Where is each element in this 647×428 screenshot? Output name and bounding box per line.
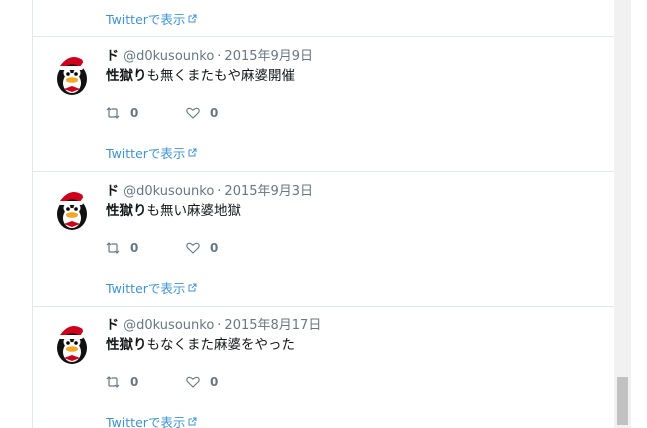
- external-link-icon: [188, 414, 197, 428]
- user-handle[interactable]: @d0kusounko: [123, 49, 214, 64]
- avatar[interactable]: [47, 318, 97, 368]
- external-link-icon: [188, 280, 197, 295]
- view-on-twitter-link[interactable]: Twitterで表示: [106, 278, 197, 297]
- previous-tweet-footer: Twitterで表示: [33, 0, 614, 37]
- like-count: 0: [210, 106, 219, 120]
- avatar[interactable]: [47, 49, 97, 99]
- heart-icon: [186, 107, 200, 119]
- tweet-text-bold: 性獄り: [106, 68, 147, 84]
- tweet-header: ド @d0kusounko · 2015年9月9日: [106, 48, 313, 65]
- like-count: 0: [210, 241, 219, 255]
- user-handle[interactable]: @d0kusounko: [123, 318, 214, 333]
- view-on-twitter-label: Twitterで表示: [106, 146, 186, 161]
- tweet-text-rest: も無くまたもや麻婆開催: [146, 68, 296, 84]
- retweet-icon: [106, 242, 120, 254]
- display-name[interactable]: ド: [106, 49, 119, 64]
- separator: ·: [217, 184, 222, 199]
- like-button[interactable]: 0: [186, 239, 218, 257]
- santa-penguin-avatar-icon: [57, 56, 90, 95]
- retweet-count: 0: [130, 106, 139, 120]
- page: Twitterで表示 ド @d0kusounko · 2015年9月9日 性獄り…: [0, 0, 647, 428]
- avatar[interactable]: [47, 184, 97, 234]
- tweet-text: 性獄りも無い麻婆地獄: [106, 202, 241, 220]
- scrollbar-thumb[interactable]: [617, 377, 628, 425]
- tweet-date[interactable]: 2015年8月17日: [224, 318, 321, 333]
- tweet-text-bold: 性獄り: [106, 203, 147, 219]
- display-name[interactable]: ド: [106, 184, 119, 199]
- vertical-scrollbar[interactable]: [614, 0, 631, 428]
- timeline: Twitterで表示 ド @d0kusounko · 2015年9月9日 性獄り…: [32, 0, 615, 428]
- tweet-text-rest: も無い麻婆地獄: [146, 203, 242, 219]
- santa-penguin-avatar-icon: [57, 325, 90, 364]
- view-on-twitter-label: Twitterで表示: [106, 12, 186, 27]
- santa-penguin-avatar-icon: [57, 191, 90, 230]
- heart-icon: [186, 376, 200, 388]
- separator: ·: [217, 318, 222, 333]
- retweet-button[interactable]: 0: [106, 104, 138, 122]
- retweet-count: 0: [130, 241, 139, 255]
- tweet-text: 性獄りも無くまたもや麻婆開催: [106, 67, 295, 85]
- tweet-text: 性獄りもなくまた麻婆をやった: [106, 336, 295, 354]
- tweet-text-rest: もなくまた麻婆をやった: [146, 337, 296, 353]
- retweet-button[interactable]: 0: [106, 239, 138, 257]
- external-link-icon: [188, 11, 197, 26]
- heart-icon: [186, 242, 200, 254]
- view-on-twitter-link[interactable]: Twitterで表示: [106, 412, 197, 428]
- view-on-twitter-link[interactable]: Twitterで表示: [106, 143, 197, 162]
- tweet: ド @d0kusounko · 2015年8月17日 性獄りもなくまた麻婆をやった …: [33, 306, 614, 428]
- like-button[interactable]: 0: [186, 373, 218, 391]
- tweet-header: ド @d0kusounko · 2015年9月3日: [106, 183, 313, 200]
- view-on-twitter-link[interactable]: Twitterで表示: [106, 9, 197, 28]
- tweet-header: ド @d0kusounko · 2015年8月17日: [106, 317, 321, 334]
- like-button[interactable]: 0: [186, 104, 218, 122]
- retweet-icon: [106, 376, 120, 388]
- view-on-twitter-label: Twitterで表示: [106, 415, 186, 428]
- tweet-date[interactable]: 2015年9月3日: [224, 184, 313, 199]
- display-name[interactable]: ド: [106, 318, 119, 333]
- external-link-icon: [188, 145, 197, 160]
- tweet-text-bold: 性獄り: [106, 337, 147, 353]
- retweet-icon: [106, 107, 120, 119]
- tweet-date[interactable]: 2015年9月9日: [224, 49, 313, 64]
- retweet-button[interactable]: 0: [106, 373, 138, 391]
- user-handle[interactable]: @d0kusounko: [123, 184, 214, 199]
- separator: ·: [217, 49, 222, 64]
- tweet: ド @d0kusounko · 2015年9月9日 性獄りも無くまたもや麻婆開催 0…: [33, 37, 614, 172]
- tweet: ド @d0kusounko · 2015年9月3日 性獄りも無い麻婆地獄 0 0 T…: [33, 172, 614, 307]
- retweet-count: 0: [130, 375, 139, 389]
- like-count: 0: [210, 375, 219, 389]
- view-on-twitter-label: Twitterで表示: [106, 281, 186, 296]
